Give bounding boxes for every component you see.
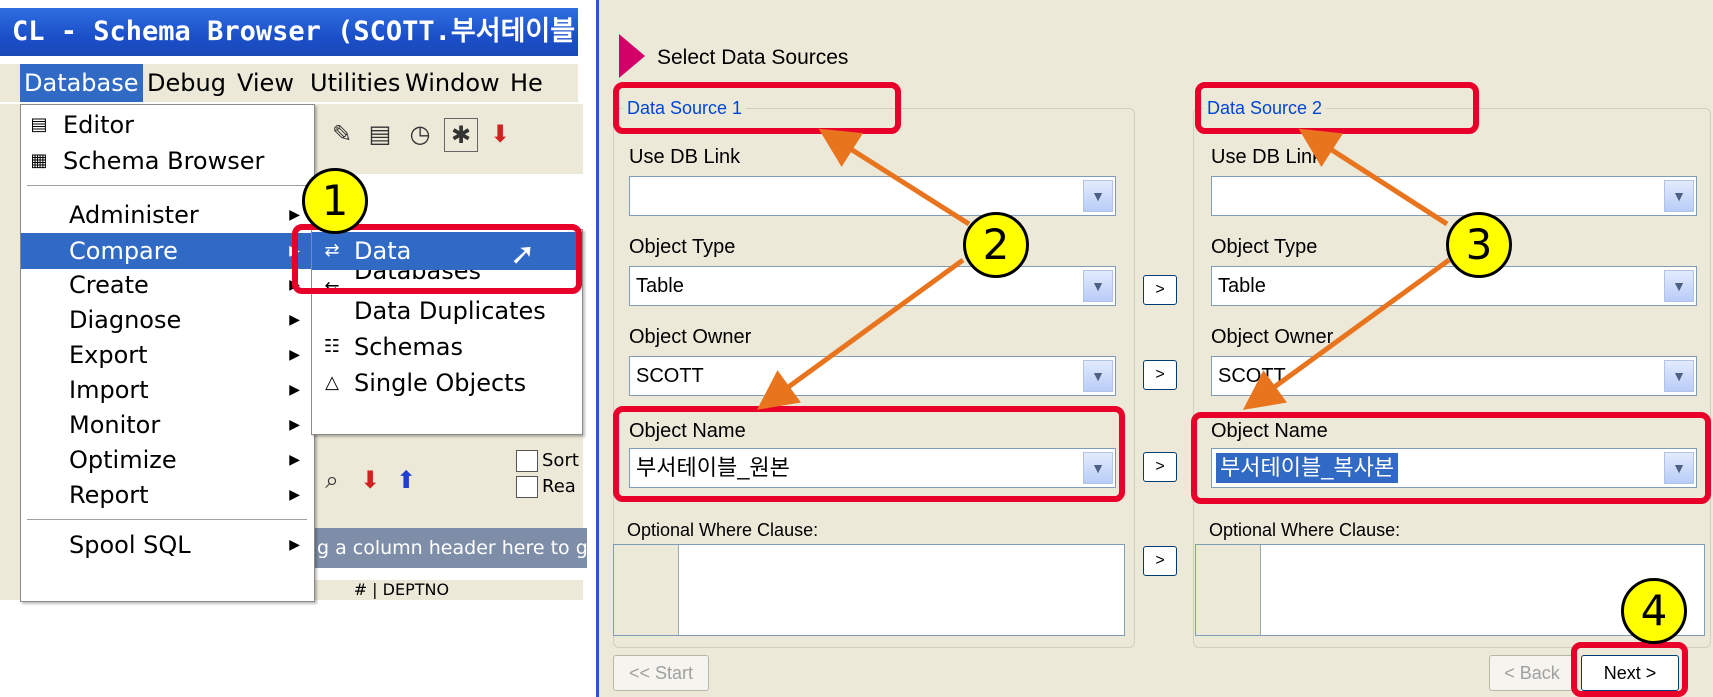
single-objects-icon: △: [325, 372, 339, 393]
submenu-item-single-objects[interactable]: △ Single Objects: [312, 364, 582, 402]
menu-item-schema-browser-label: Schema Browser: [63, 147, 265, 175]
grid-header-deptno[interactable]: DEPTNO: [383, 580, 449, 599]
arrow-to-source2-caption: [1298, 128, 1449, 227]
menu-item-report[interactable]: Report ▶: [21, 477, 314, 513]
download-icon[interactable]: ⬇: [354, 464, 386, 496]
menu-item-report-label: Report: [69, 481, 149, 509]
arrow-to-source1-caption: [818, 128, 971, 227]
submenu-arrow-icon: ▶: [289, 417, 300, 433]
menu-item-import-label: Import: [69, 376, 149, 404]
toolbar-db-icon[interactable]: ⬇: [484, 118, 516, 150]
menu-window[interactable]: Window: [401, 64, 504, 102]
menu-item-administer-label: Administer: [69, 201, 199, 229]
grid-header: # | DEPTNO: [313, 580, 583, 600]
menu-item-administer[interactable]: Administer ▶: [21, 197, 314, 233]
submenu-arrow-icon: ▶: [289, 312, 300, 328]
menu-item-export-label: Export: [69, 341, 148, 369]
menu-item-create[interactable]: Create ▶: [21, 267, 314, 303]
menu-item-spool-sql-label: Spool SQL: [69, 531, 191, 559]
schemas-icon: ☷: [323, 336, 341, 357]
menu-item-monitor-label: Monitor: [69, 411, 161, 439]
read-label: Rea: [542, 476, 576, 497]
upload-icon[interactable]: ⬆: [390, 464, 422, 496]
database-menu: ▤ Editor ▦ Schema Browser Administer ▶ C…: [20, 104, 315, 602]
step-badge-3: 3: [1446, 212, 1512, 278]
menu-item-monitor[interactable]: Monitor ▶: [21, 407, 314, 443]
submenu-arrow-icon: ▶: [289, 382, 300, 398]
toolbar-tool-icon[interactable]: ✎: [326, 118, 358, 150]
submenu-item-data-duplicates-label: Data Duplicates: [354, 297, 546, 325]
submenu-item-schemas-label: Schemas: [354, 333, 463, 361]
step-badge-2: 2: [963, 212, 1029, 278]
menu-item-compare[interactable]: Compare ▶: [21, 233, 314, 269]
arrow-to-source1-object-name: [756, 257, 965, 410]
menu-item-compare-label: Compare: [69, 237, 178, 265]
menu-separator: [27, 519, 307, 520]
stopwatch-icon[interactable]: ◷: [404, 118, 436, 150]
menu-item-export[interactable]: Export ▶: [21, 337, 314, 373]
menu-item-optimize-label: Optimize: [69, 446, 177, 474]
left-edge: [0, 104, 20, 600]
preview-icon[interactable]: ⌕: [316, 464, 348, 496]
toolbar-save-icon[interactable]: ▤: [364, 118, 396, 150]
submenu-arrow-icon: ▶: [289, 487, 300, 503]
menu-help[interactable]: He: [506, 64, 547, 102]
group-by-hint: g a column header here to gr: [313, 528, 587, 568]
step-badge-4: 4: [1621, 578, 1687, 644]
annotation-arrows: [756, 128, 1451, 410]
menu-item-diagnose-label: Diagnose: [69, 306, 182, 334]
schema-browser-icon: ▦: [30, 150, 48, 171]
menu-item-optimize[interactable]: Optimize ▶: [21, 442, 314, 478]
sort-label: Sort: [542, 450, 579, 471]
step-badge-1: 1: [302, 168, 368, 234]
sort-checkbox[interactable]: [516, 450, 538, 472]
menu-item-schema-browser[interactable]: ▦ Schema Browser: [21, 143, 314, 179]
menu-database[interactable]: Database: [20, 64, 143, 102]
menu-item-import[interactable]: Import ▶: [21, 372, 314, 408]
submenu-arrow-icon: ▶: [289, 537, 300, 553]
menu-view[interactable]: View: [233, 64, 298, 102]
submenu-item-schemas[interactable]: ☷ Schemas: [312, 328, 582, 366]
arrow-to-source2-object-name: [1242, 257, 1451, 410]
submenu-arrow-icon: ▶: [289, 452, 300, 468]
window-title: CL - Schema Browser (SCOTT.부서테이블: [0, 8, 578, 56]
menu-separator: [27, 185, 307, 186]
menu-debug[interactable]: Debug: [143, 64, 230, 102]
submenu-item-single-objects-label: Single Objects: [354, 369, 527, 397]
toad-schema-browser: CL - Schema Browser (SCOTT.부서테이블 Databas…: [0, 0, 590, 697]
editor-icon: ▤: [30, 114, 48, 135]
menu-item-editor-label: Editor: [63, 111, 135, 139]
menu-item-diagnose[interactable]: Diagnose ▶: [21, 302, 314, 338]
submenu-item-data-duplicates[interactable]: Data Duplicates: [312, 292, 582, 330]
menu-item-spool-sql[interactable]: Spool SQL ▶: [21, 527, 314, 563]
menu-utilities[interactable]: Utilities: [306, 64, 404, 102]
menu-item-editor[interactable]: ▤ Editor: [21, 107, 314, 143]
menu-item-create-label: Create: [69, 271, 149, 299]
bug-icon[interactable]: ✱: [444, 118, 478, 152]
compare-data-wizard: Select Data Sources Data Source 1 Use DB…: [596, 0, 1713, 697]
menubar: Database Debug View Utilities Window He: [0, 64, 578, 102]
callout-data-menu: [292, 224, 582, 294]
read-checkbox[interactable]: [516, 476, 538, 498]
submenu-arrow-icon: ▶: [289, 347, 300, 363]
